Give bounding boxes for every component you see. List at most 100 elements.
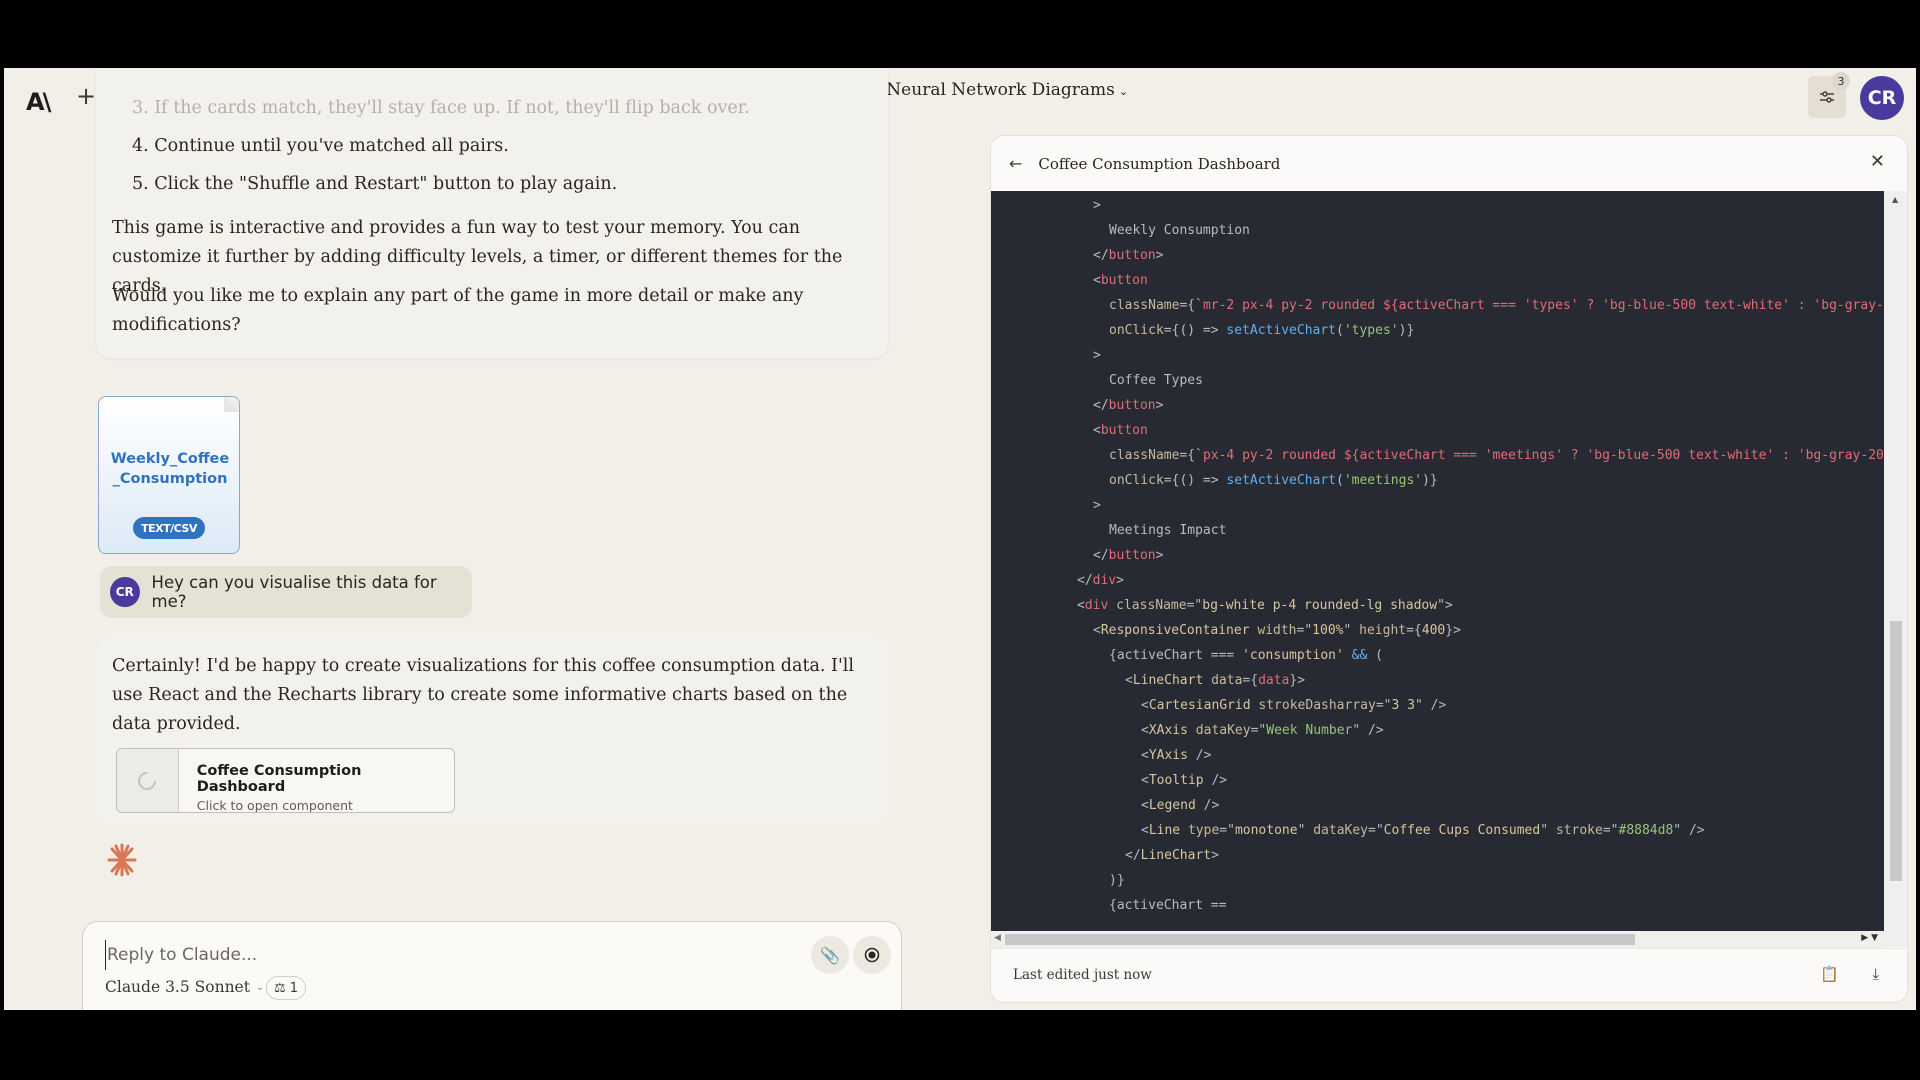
code-token: =": [1296, 623, 1313, 638]
attachment-name: Weekly_Coffee _Consumption: [99, 449, 239, 489]
code-viewer[interactable]: > Weekly Consumption </button> <button class…: [991, 191, 1884, 931]
code-token: div: [1084, 598, 1109, 613]
scroll-left-icon[interactable]: ◀: [994, 933, 1001, 943]
code-token: >: [1155, 398, 1164, 413]
code-token: YAxis: [1148, 748, 1188, 763]
back-arrow-icon[interactable]: ←: [1009, 154, 1022, 173]
page-fold-icon: [224, 397, 239, 412]
code-line: Weekly Consumption: [1109, 218, 1250, 243]
code-line: </LineChart>: [1125, 843, 1219, 868]
code-token: button: [1100, 273, 1148, 288]
code-token: px-4 py-2 rounded ${activeChart === 'mee…: [1202, 448, 1884, 463]
code-token: button: [1100, 423, 1148, 438]
code-token: stroke: [1555, 823, 1603, 838]
chevron-down-icon: ⌄: [255, 981, 265, 993]
code-token: onClick: [1109, 473, 1164, 488]
vertical-scrollbar[interactable]: ▲: [1884, 191, 1907, 947]
artifact-panel-header: ← Coffee Consumption Dashboard ✕: [991, 136, 1907, 191]
code-token: Coffee Cups Consumed: [1383, 823, 1541, 838]
code-token: Meetings Impact: [1109, 523, 1227, 538]
capture-button[interactable]: [853, 936, 891, 974]
code-token: <: [1141, 698, 1149, 713]
code-token: ResponsiveContainer: [1100, 623, 1250, 638]
user-avatar[interactable]: CR: [1860, 76, 1904, 120]
code-line: <YAxis />: [1141, 743, 1211, 768]
user-message-avatar: CR: [110, 577, 140, 607]
code-token: =": [1368, 823, 1384, 838]
code-token: =": [1602, 823, 1619, 838]
model-selector[interactable]: Claude 3.5 Sonnet ⌄: [105, 978, 264, 996]
claude-spark-icon: [107, 843, 137, 877]
code-line: className={`mr-2 px-4 py-2 rounded ${act…: [1109, 293, 1884, 318]
experiments-chip[interactable]: ⚖ 1: [266, 976, 306, 1000]
settings-sliders-button[interactable]: 3: [1808, 72, 1850, 118]
code-token: onClick: [1109, 323, 1164, 338]
scroll-right-icon[interactable]: ▶ ▼: [1861, 933, 1878, 943]
code-token: {activeChart ===: [1109, 648, 1243, 663]
code-token: bg-white p-4 rounded-lg shadow: [1202, 598, 1438, 613]
close-icon[interactable]: ✕: [1870, 151, 1885, 172]
user-message: CR Hey can you visualise this data for m…: [100, 566, 472, 618]
reply-input[interactable]: [105, 940, 745, 970]
code-token: width: [1257, 623, 1297, 638]
settings-count-badge: 3: [1832, 72, 1850, 90]
chat-thread: 3. If the cards match, they'll stay face…: [4, 68, 964, 1010]
code-token: Legend: [1148, 798, 1196, 813]
code-token: div: [1092, 573, 1117, 588]
artifact-panel-title: Coffee Consumption Dashboard: [1038, 154, 1281, 173]
code-token: ={() =>: [1163, 323, 1227, 338]
loading-spinner-icon: [134, 767, 161, 794]
attach-button[interactable]: 📎: [811, 936, 849, 974]
paperclip-icon: 📎: [820, 945, 840, 965]
code-line: <ResponsiveContainer width="100%" height…: [1093, 618, 1461, 643]
code-token: ={: [1242, 673, 1259, 688]
code-token: 100%: [1312, 623, 1344, 638]
code-token: Week Number: [1266, 723, 1353, 738]
code-token: Line: [1148, 823, 1181, 838]
horizontal-scrollbar[interactable]: ◀ ▶ ▼: [991, 931, 1884, 948]
artifact-open-button[interactable]: Coffee Consumption Dashboard Click to op…: [116, 748, 455, 813]
code-line: Meetings Impact: [1109, 518, 1226, 543]
code-token: <: [1077, 598, 1085, 613]
download-icon[interactable]: ⤓: [1872, 965, 1879, 983]
code-token: >: [1155, 548, 1164, 563]
code-token: data: [1258, 673, 1290, 688]
code-line: )}: [1109, 868, 1125, 893]
model-name: Claude 3.5 Sonnet: [105, 978, 250, 996]
code-line: onClick={() => setActiveChart('types')}: [1109, 318, 1414, 343]
copy-clipboard-icon[interactable]: 📋: [1820, 965, 1839, 983]
attachment-file-card[interactable]: Weekly_Coffee _Consumption TEXT/CSV: [98, 396, 240, 554]
code-line: <LineChart data={data}>: [1125, 668, 1305, 693]
code-token: Tooltip: [1148, 773, 1204, 788]
vertical-scroll-thumb[interactable]: [1890, 621, 1902, 881]
code-line: >: [1093, 493, 1101, 518]
horizontal-scroll-thumb[interactable]: [1005, 934, 1635, 945]
artifact-icon-cell: [117, 749, 179, 812]
assistant-paragraph: Certainly! I'd be happy to create visual…: [112, 656, 854, 734]
code-token: <: [1141, 773, 1149, 788]
code-token: 3 3: [1391, 698, 1415, 713]
code-token: #8884d8: [1618, 823, 1674, 838]
code-token: button: [1108, 398, 1156, 413]
code-token: monotone: [1234, 823, 1298, 838]
code-token: />: [1203, 773, 1228, 788]
code-line: </button>: [1093, 243, 1163, 268]
code-token: Coffee Types: [1109, 373, 1203, 388]
code-token: >: [1093, 498, 1101, 513]
code-token: </: [1077, 573, 1093, 588]
code-token: ={`: [1179, 448, 1203, 463]
code-token: " />: [1673, 823, 1705, 838]
code-token: ": [1540, 823, 1556, 838]
code-line: <CartesianGrid strokeDasharray="3 3" />: [1141, 693, 1446, 718]
code-token: className: [1116, 598, 1187, 613]
code-token: <: [1093, 273, 1101, 288]
attachment-name-line: Weekly_Coffee: [110, 451, 230, 467]
last-edited-status: Last edited just now: [1013, 967, 1152, 983]
code-token: </: [1125, 848, 1141, 863]
code-token: </: [1093, 248, 1109, 263]
chevron-down-icon: ⌄: [1118, 85, 1129, 98]
code-token: <: [1093, 623, 1101, 638]
code-line: <Tooltip />: [1141, 768, 1227, 793]
scroll-up-icon[interactable]: ▲: [1892, 195, 1898, 204]
